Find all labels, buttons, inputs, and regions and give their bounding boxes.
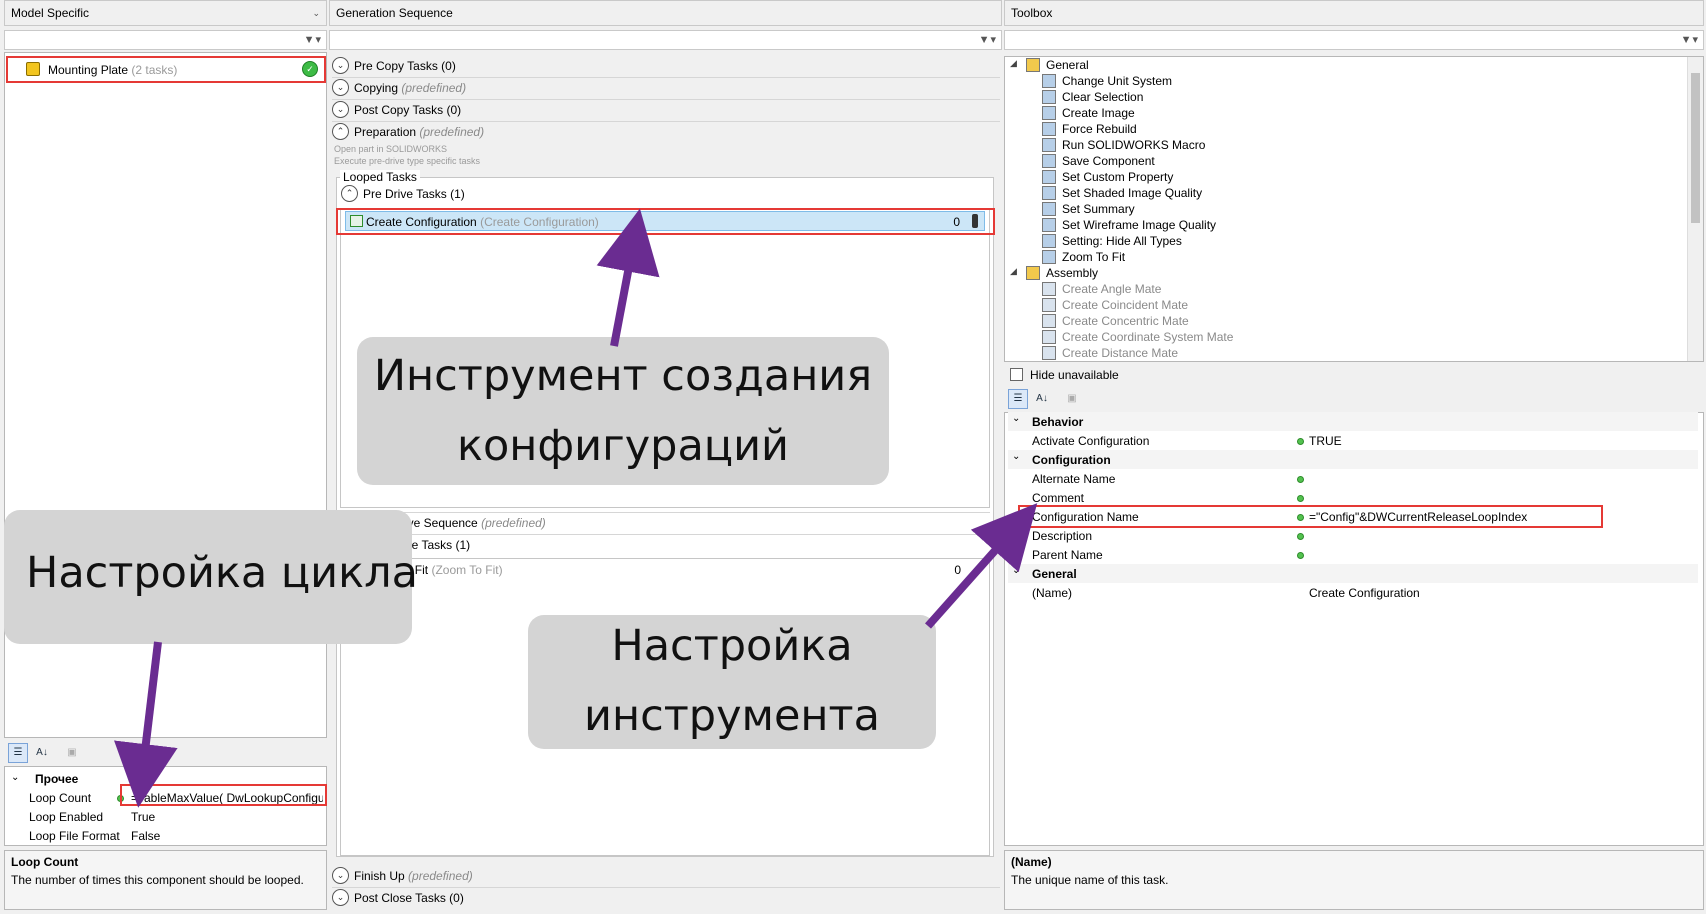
arrow-to-loop-count — [114, 641, 178, 808]
annotation-arrows — [114, 208, 1038, 808]
arrow-to-create-configuration — [596, 208, 660, 347]
arrow-to-configuration-name — [925, 503, 1038, 629]
